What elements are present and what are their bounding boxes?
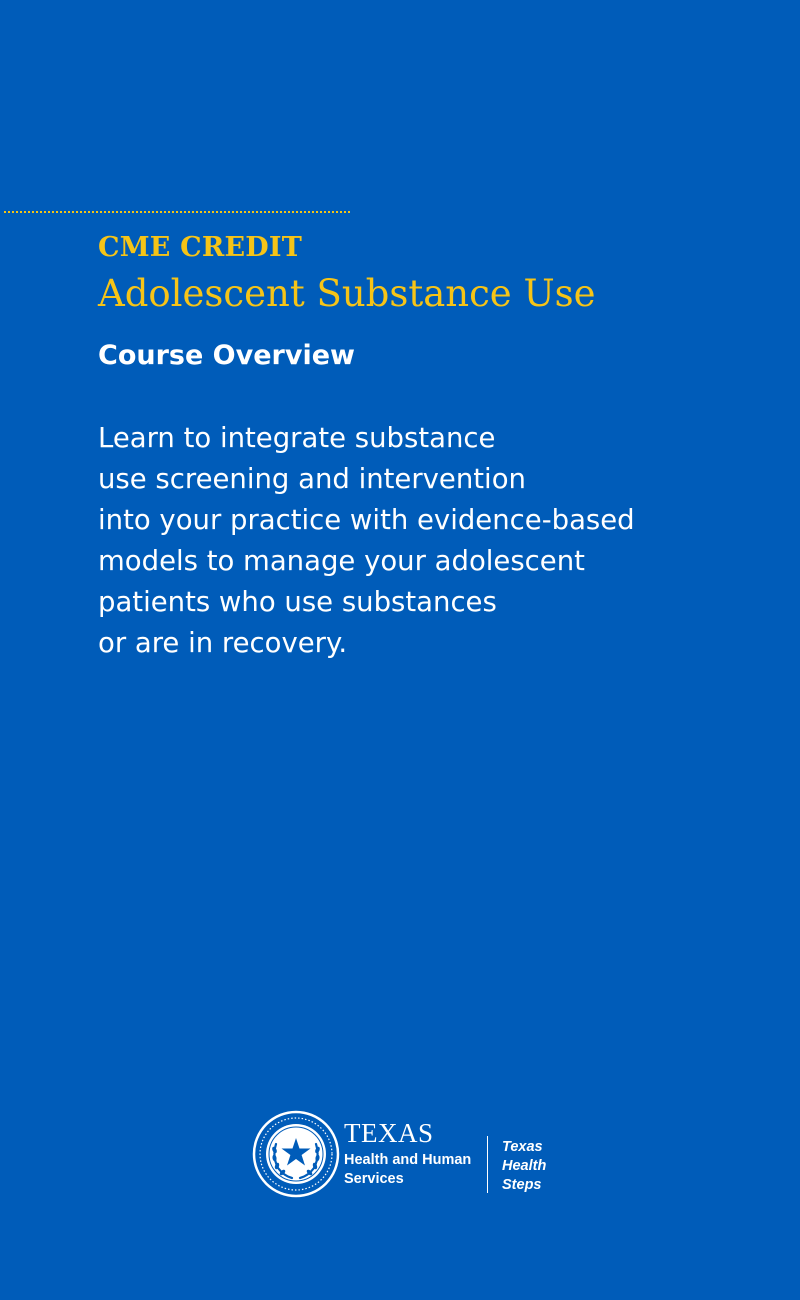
- description-line: models to manage your adolescent: [98, 545, 585, 577]
- dotted-divider: [4, 211, 350, 213]
- course-description: Learn to integrate substance use screeni…: [98, 418, 635, 664]
- logo-divider: [487, 1136, 488, 1193]
- description-line: Learn to integrate substance: [98, 422, 496, 454]
- description-line: use screening and intervention: [98, 463, 526, 495]
- agency-name: TEXAS Health and Human Services: [344, 1120, 471, 1189]
- course-overview-heading: Course Overview: [98, 340, 355, 371]
- agency-line: Health and Human: [344, 1152, 472, 1168]
- program-line: Steps: [502, 1177, 542, 1193]
- agency-state: TEXAS: [344, 1118, 434, 1148]
- program-name: Texas Health Steps: [502, 1138, 546, 1195]
- cme-credit-label: CME CREDIT: [98, 232, 302, 263]
- course-title: Adolescent Substance Use: [98, 272, 596, 315]
- program-line: Health: [502, 1158, 547, 1174]
- description-line: patients who use substances: [98, 586, 497, 618]
- texas-state-seal-icon: [252, 1110, 340, 1198]
- description-line: into your practice with evidence-based: [98, 504, 635, 536]
- course-overview-card: { "header": { "eyebrow": "CME CREDIT", "…: [0, 0, 800, 1300]
- description-line: or are in recovery.: [98, 627, 348, 659]
- program-line: Texas: [502, 1139, 543, 1155]
- agency-line: Services: [344, 1171, 404, 1187]
- footer-logo: TEXAS Health and Human Services Texas He…: [252, 1110, 562, 1200]
